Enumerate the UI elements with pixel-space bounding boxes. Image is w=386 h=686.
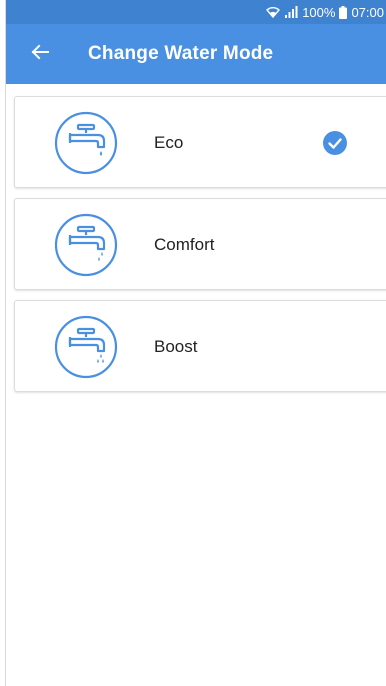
page-title: Change Water Mode <box>88 43 274 64</box>
screen-edge <box>0 0 6 686</box>
mode-option-eco[interactable]: Eco <box>14 96 386 188</box>
back-button[interactable] <box>20 34 60 74</box>
status-bar: 100% 07:00 <box>0 0 386 24</box>
battery-percent: 100% <box>302 4 336 20</box>
arrow-left-icon <box>31 44 49 65</box>
mode-list: Eco Comfort Boost <box>0 84 386 686</box>
battery-icon <box>339 5 348 19</box>
status-icons: 100% 07:00 <box>266 5 384 20</box>
wifi-icon <box>266 6 281 18</box>
mode-label: Comfort <box>154 235 215 254</box>
checkmark-icon <box>323 131 347 155</box>
app-bar: Change Water Mode <box>0 24 386 84</box>
mode-option-comfort[interactable]: Comfort <box>14 198 386 290</box>
signal-icon <box>284 6 298 18</box>
mode-label: Boost <box>154 337 198 356</box>
mode-label: Eco <box>154 133 184 152</box>
clock: 07:00 <box>351 4 384 20</box>
faucet-boost-icon <box>54 315 118 379</box>
faucet-eco-icon <box>54 111 118 175</box>
faucet-comfort-icon <box>54 213 118 277</box>
mode-option-boost[interactable]: Boost <box>14 300 386 392</box>
